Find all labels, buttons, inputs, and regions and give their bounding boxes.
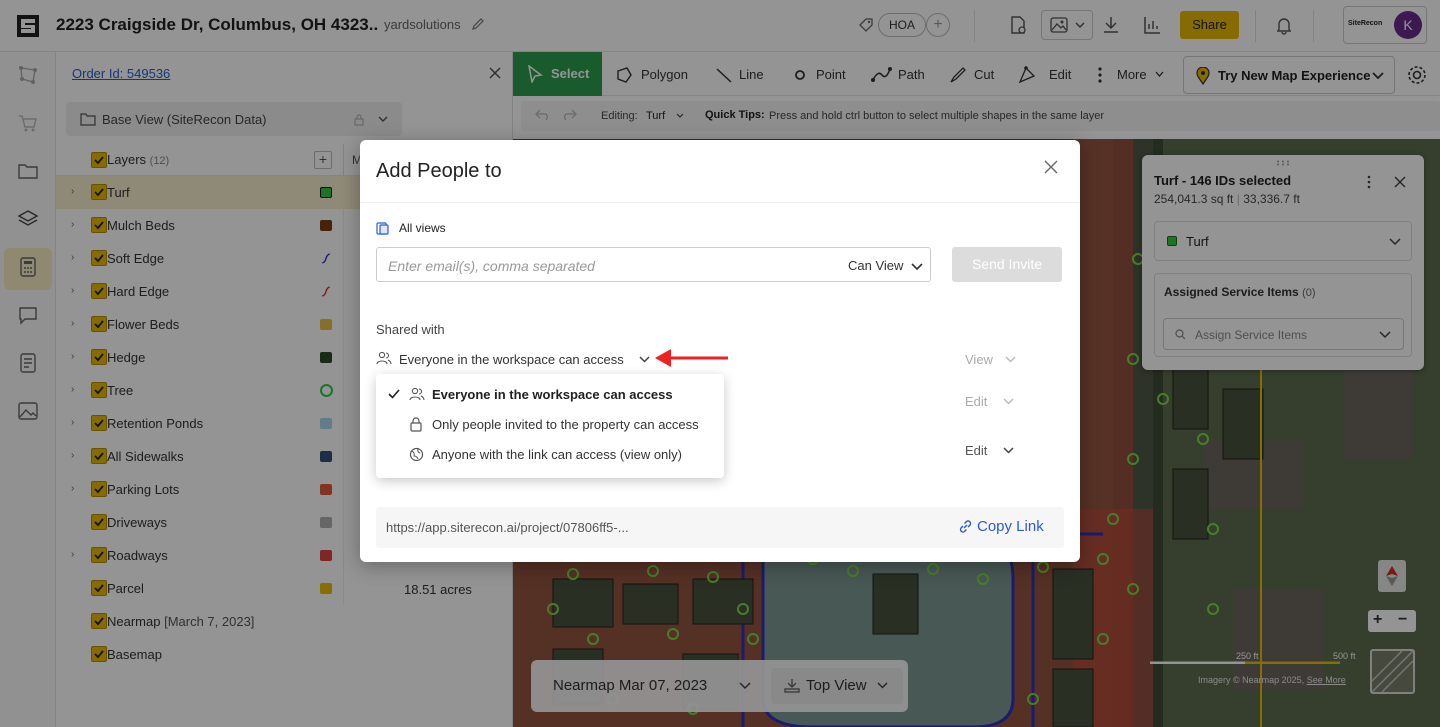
access-option-invited[interactable]: Only people invited to the property can …	[376, 410, 724, 440]
email-input[interactable]: Enter email(s), comma separated Can View	[376, 247, 931, 282]
copy-link-button[interactable]: Copy Link	[977, 518, 1044, 535]
member-permission-dropdown[interactable]: Edit	[965, 443, 987, 458]
chevron-down-icon[interactable]	[639, 356, 650, 363]
access-option-label: Only people invited to the property can …	[432, 417, 699, 432]
access-dropdown-menu: Everyone in the workspace can access Onl…	[376, 374, 724, 478]
users-icon	[409, 387, 425, 401]
access-option-label: Anyone with the link can access (view on…	[432, 447, 683, 462]
send-invite-button[interactable]: Send Invite	[952, 247, 1062, 282]
red-arrow-annotation	[655, 349, 728, 367]
chevron-down-icon	[1005, 356, 1016, 363]
divider	[360, 202, 1080, 203]
chevron-down-icon	[1003, 398, 1014, 405]
email-placeholder: Enter email(s), comma separated	[388, 258, 595, 274]
add-people-modal: Add People to All views Enter email(s), …	[360, 140, 1080, 562]
access-option-label: Everyone in the workspace can access	[432, 387, 673, 402]
lock-icon	[410, 417, 422, 432]
access-option-link[interactable]: Anyone with the link can access (view on…	[376, 440, 724, 470]
globe-icon	[409, 447, 424, 462]
close-icon[interactable]	[1044, 160, 1058, 174]
member-permission-dropdown[interactable]: Edit	[965, 394, 987, 409]
share-link-bar: https://app.siterecon.ai/project/07806ff…	[376, 507, 1064, 548]
general-access-dropdown[interactable]: Everyone in the workspace can access	[399, 352, 624, 367]
link-icon	[959, 520, 972, 533]
users-icon	[376, 351, 392, 365]
views-icon	[376, 222, 389, 235]
access-permission-dropdown[interactable]: View	[965, 352, 993, 367]
shared-with-heading: Shared with	[376, 322, 445, 337]
chevron-down-icon	[911, 263, 923, 271]
permission-dropdown[interactable]: Can View	[848, 258, 903, 273]
check-icon	[388, 389, 400, 399]
views-label: All views	[399, 221, 446, 235]
access-option-workspace[interactable]: Everyone in the workspace can access	[376, 380, 724, 410]
modal-title: Add People to	[376, 160, 502, 182]
chevron-down-icon	[1003, 447, 1014, 454]
share-link-url: https://app.siterecon.ai/project/07806ff…	[386, 520, 629, 535]
